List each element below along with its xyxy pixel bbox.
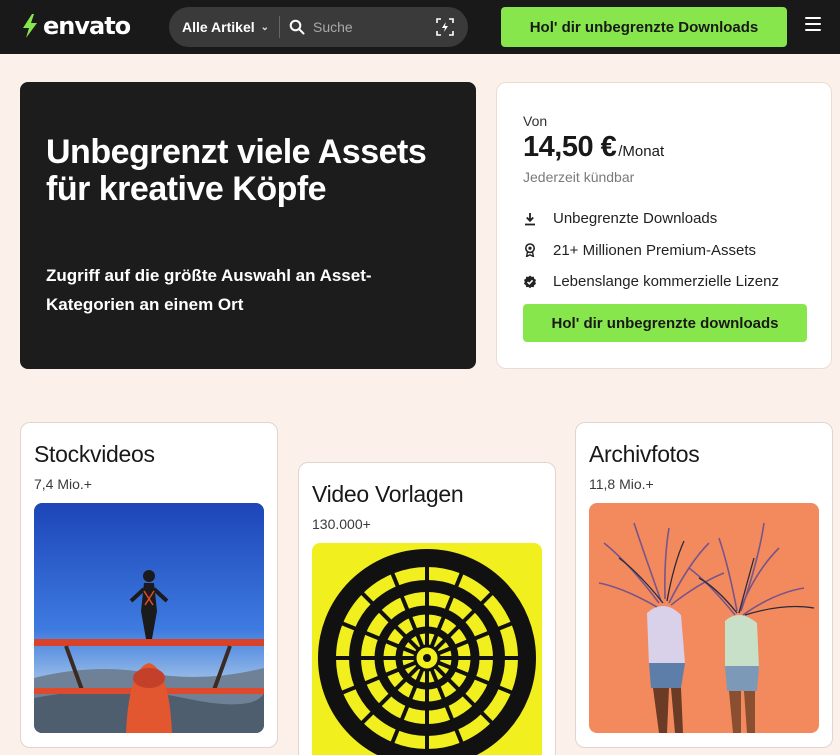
- category-card-stockvideos[interactable]: Stockvideos 7,4 Mio.+: [20, 422, 278, 748]
- feature-item: 21+ Millionen Premium-Assets: [523, 235, 779, 267]
- price-period: /Monat: [618, 143, 665, 160]
- get-unlimited-downloads-button[interactable]: Hol' dir unbegrenzte Downloads: [501, 7, 787, 47]
- feature-item: Unbegrenzte Downloads: [523, 203, 779, 235]
- hero-subtitle: Zugriff auf die größte Auswahl an Asset-…: [46, 266, 372, 314]
- category-count: 11,8 Mio.+: [589, 476, 654, 492]
- price: 14,50 € /Monat: [523, 131, 664, 164]
- category-title: Stockvideos: [34, 441, 155, 467]
- pricing-cta-button[interactable]: Hol' dir unbegrenzte downloads: [523, 304, 807, 342]
- hamburger-menu-icon[interactable]: [805, 17, 821, 33]
- envato-leaf-icon: [23, 14, 37, 38]
- video-template-thumbnail: [312, 543, 542, 755]
- category-card-video-templates[interactable]: Video Vorlagen 130.000+: [298, 462, 556, 755]
- pricing-card: Von 14,50 € /Monat Jederzeit kündbar Unb…: [496, 82, 832, 369]
- search-bar: Alle Artikel ⌄: [169, 7, 468, 47]
- feature-label: Lebenslange kommerzielle Lizenz: [553, 273, 779, 291]
- hero-title: Unbegrenzt viele Assets für kreative Köp…: [46, 133, 427, 208]
- category-count: 130.000+: [312, 516, 371, 532]
- envato-logo[interactable]: envato: [20, 10, 131, 42]
- top-navigation-bar: envato Alle Artikel ⌄ Hol' dir unbegrenz…: [0, 0, 840, 54]
- price-prefix: Von: [523, 113, 548, 129]
- category-count: 7,4 Mio.+: [34, 476, 92, 492]
- feature-label: 21+ Millionen Premium-Assets: [553, 241, 756, 259]
- verified-badge-icon: [524, 275, 536, 289]
- search-icon[interactable]: [289, 19, 305, 35]
- category-select-label: Alle Artikel: [182, 19, 255, 35]
- feature-label: Unbegrenzte Downloads: [553, 210, 718, 228]
- price-amount: 14,50 €: [523, 131, 617, 163]
- logo-text: envato: [43, 12, 131, 40]
- feature-item: Lebenslange kommerzielle Lizenz: [523, 266, 779, 298]
- stock-photo-thumbnail: [589, 503, 819, 733]
- hero-banner: Unbegrenzt viele Assets für kreative Köp…: [20, 82, 476, 369]
- search-input[interactable]: [313, 19, 424, 35]
- award-icon: [525, 243, 535, 258]
- download-icon: [525, 212, 535, 226]
- cancel-anytime-note: Jederzeit kündbar: [523, 169, 635, 185]
- category-card-stock-photos[interactable]: Archivfotos 11,8 Mio.+: [575, 422, 833, 748]
- feature-list: Unbegrenzte Downloads 21+ Millionen Prem…: [523, 203, 779, 298]
- category-title: Video Vorlagen: [312, 481, 464, 507]
- category-title: Archivfotos: [589, 441, 700, 467]
- category-select[interactable]: Alle Artikel ⌄: [169, 7, 269, 47]
- search-divider: [279, 16, 281, 38]
- chevron-down-icon: ⌄: [260, 21, 270, 33]
- stockvideo-thumbnail: [34, 503, 264, 733]
- visual-search-icon[interactable]: [436, 18, 454, 36]
